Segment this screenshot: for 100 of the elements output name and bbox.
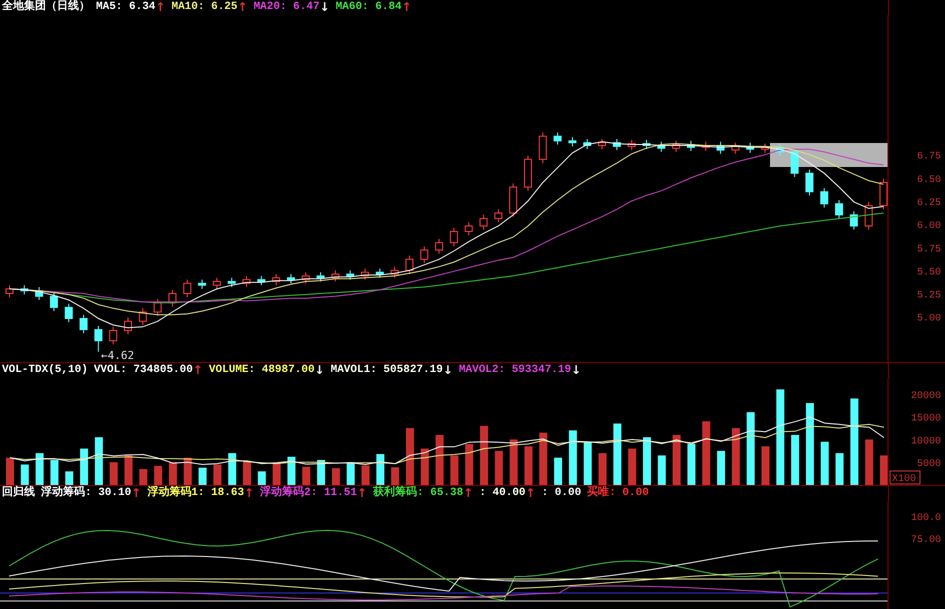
volume-bar [524,446,532,485]
candlestick [124,317,132,335]
candlestick [272,274,280,286]
volume-bar [450,455,458,485]
indicator-readout: 全地集团（日线） [2,1,90,14]
candlestick [464,222,473,236]
candlestick [138,308,147,326]
indicator-readout: 浮动筹码2: 11.51 [260,487,357,500]
indicator-readout: VVOL: 734805.00 [94,364,193,377]
price-axis-label: 5.50 [916,267,941,278]
candlestick [198,279,206,290]
trend-arrow: ↑ [402,1,412,14]
candlestick [583,138,592,150]
volume-axis-label: 15000 [910,414,941,425]
trend-arrow: ↑ [244,487,254,500]
volume-bar [362,465,370,485]
volume-bar [36,453,44,485]
candlestick [390,266,399,278]
volume-bar [672,434,681,485]
candlestick [702,141,710,152]
indicator-readout: MA5: 6.34 [96,1,156,14]
candlestick [346,270,354,280]
volume-bar [50,460,58,485]
price-axis-label: 6.00 [916,221,941,232]
volume-bar [168,462,177,485]
volume-bar [20,464,29,485]
indicator-readout: VOLUME: 48987.00 [208,364,315,377]
volume-bar [420,448,429,485]
volume-bar [302,466,310,485]
indicator-readout: MAVOL1: 505827.19 [330,364,443,377]
volume-bar [391,467,400,485]
indicator-readout: 浮动筹码1: 18.63 [147,487,244,500]
unit-label: X100 [890,470,920,485]
volume-bar [376,454,384,485]
volume-bar [65,471,74,485]
volume-bar [332,468,340,485]
candlestick [642,139,650,150]
price-axis-label: 5.25 [916,290,941,302]
candlestick [598,138,606,150]
indicator-readout: VOL-TDX(5,10) [2,364,88,377]
candlestick [405,255,414,275]
trend-arrow: ↑ [131,487,142,500]
trend-arrow: ↓ [442,364,453,377]
volume-bar [732,428,740,485]
price-axis-label: 5.00 [916,314,941,325]
volume-bar [658,455,666,485]
candlestick [80,314,88,334]
candlestick [716,141,725,154]
candlestick [376,268,384,278]
candlestick [554,132,562,146]
indicator-readout: MAVOL2: 593347.19 [458,364,572,377]
trend-arrow: ↓ [320,1,330,14]
volume-bar [717,450,726,485]
volume-bar [880,455,888,485]
candlestick [568,136,576,147]
low-price-label: ←4.62 [101,349,134,362]
candlestick [183,279,192,298]
volume-bar [598,453,607,485]
trend-arrow: ↑ [238,1,248,14]
volume-bar [139,469,148,485]
indicator-readout: : 0.00 [542,487,582,500]
volume-bar [613,424,622,485]
candlestick [6,284,14,298]
candlestick [746,142,754,154]
candlestick [538,132,547,164]
candlestick [35,286,44,300]
volume-bar [198,468,207,485]
indicator-readout: 获利筹码: 65.38 [373,487,464,500]
volume-bar [124,455,132,485]
volume-axis-label: 10000 [910,436,941,448]
price-axis-label: 6.75 [916,152,941,163]
candlestick [761,143,769,154]
candlestick [776,143,784,156]
candlestick [835,200,844,220]
candlestick [628,139,636,151]
volume-bar [465,444,474,485]
candlestick [286,274,295,284]
volume-bar [80,448,88,485]
candlestick [612,138,621,151]
volume-bar [628,448,636,485]
candlestick [20,284,28,295]
candlestick [450,227,458,247]
candlestick [805,169,814,196]
volume-bar [436,434,444,485]
indicator-axis-label: 75.00 [910,535,941,546]
volume-bar [346,462,355,485]
candlestick [864,201,873,230]
candlestick [109,326,118,345]
candlestick [820,188,828,208]
indicator-axis-label: 100.0 [910,513,941,524]
candlestick [850,210,858,230]
indicator-readout: : 40.00 [479,487,526,500]
volume-bar [94,437,103,485]
candlestick [168,289,176,307]
candlestick [331,270,340,282]
candlestick [494,208,502,223]
volume-bar [480,426,488,485]
volume-bar [243,461,252,485]
indicator-readout: 买唯: 0.00 [587,487,649,500]
candlestick [154,298,162,316]
